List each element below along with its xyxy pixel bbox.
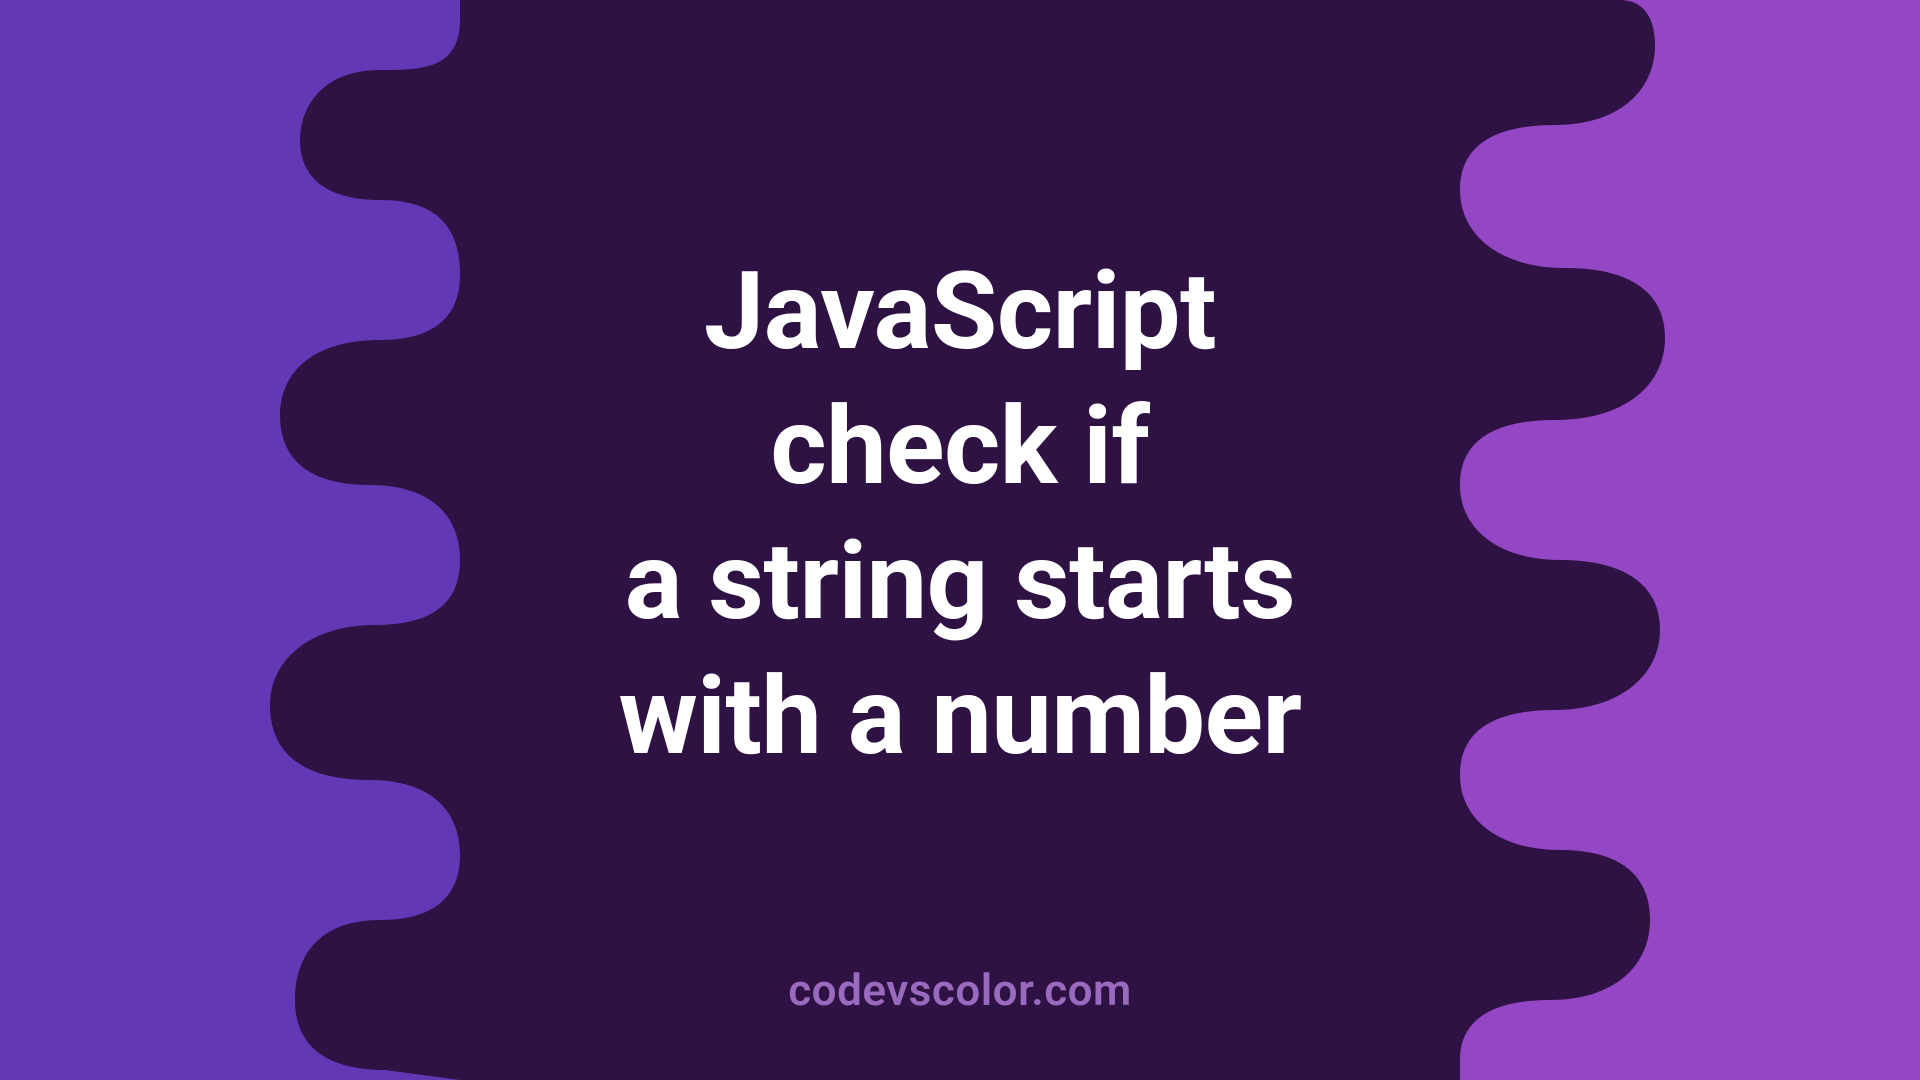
title-line-3: a string starts: [625, 519, 1295, 645]
content-area: JavaScript check if a string starts with…: [0, 0, 1920, 1080]
title-line-1: JavaScript: [704, 249, 1216, 375]
site-credit: codevscolor.com: [0, 964, 1920, 1016]
title-line-4: with a number: [618, 654, 1301, 780]
headline: JavaScript check if a string starts with…: [618, 245, 1301, 785]
title-line-2: check if: [770, 384, 1149, 510]
